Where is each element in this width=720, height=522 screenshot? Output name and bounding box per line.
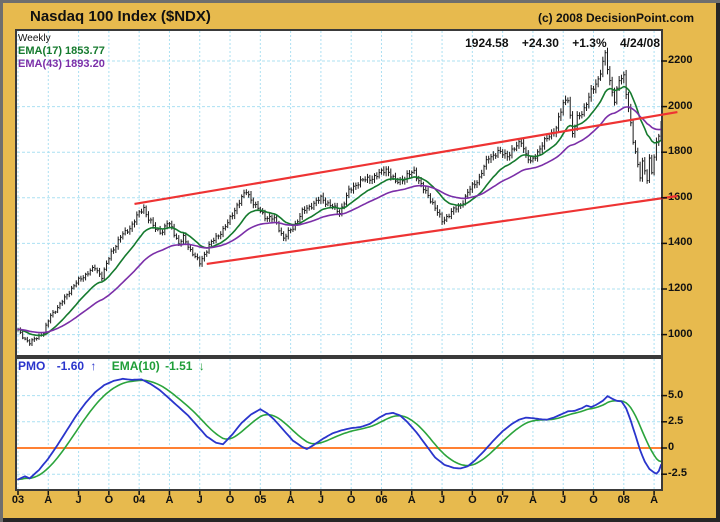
pmo-legend: PMO -1.60 ↑ EMA(10) -1.51 ↓: [18, 359, 205, 373]
price-axis-tick-label: 1200: [668, 282, 693, 294]
pmo-axis-tick-label: -2.5: [668, 467, 687, 480]
pmo-value-label: -1.60: [56, 359, 85, 373]
copyright-text: (c) 2008 DecisionPoint.com: [537, 11, 694, 25]
x-axis-label: A: [44, 494, 53, 506]
x-axis-label: A: [407, 494, 416, 506]
quote-date: 4/24/08: [619, 36, 660, 50]
x-axis-label: O: [346, 494, 356, 506]
pmo-down-arrow-icon: ↓: [198, 359, 205, 373]
x-axis-label: 04: [133, 494, 146, 506]
price-chart: [15, 29, 663, 357]
pmo-name-label: PMO: [18, 359, 46, 373]
x-axis-label: A: [528, 494, 537, 506]
x-axis-label: 07: [496, 494, 509, 506]
price-axis-tick-label: 2200: [668, 54, 693, 66]
ema43-label: EMA(43) 1893.20: [18, 58, 105, 70]
ema17-label: EMA(17) 1853.77: [18, 45, 105, 57]
x-axis-label: A: [286, 494, 295, 506]
x-axis-label: O: [225, 494, 235, 506]
x-axis-label: O: [468, 494, 477, 506]
x-axis-label: 03: [11, 494, 25, 506]
quote-percent: +1.3%: [572, 36, 607, 50]
x-axis-label: J: [317, 494, 324, 506]
quote-last: 1924.58: [465, 36, 509, 50]
x-axis-label: J: [75, 494, 82, 506]
pmo-up-arrow-icon: ↑: [90, 359, 97, 373]
x-axis-label: 08: [617, 494, 630, 506]
timeframe-label: Weekly: [18, 33, 51, 44]
x-axis-label: J: [438, 494, 446, 506]
price-axis-tick-label: 1000: [668, 327, 693, 340]
pmo-axis-tick-label: 2.5: [668, 414, 684, 427]
x-axis-label: 05: [254, 494, 267, 506]
page-title: Nasdaq 100 Index ($NDX): [30, 8, 211, 25]
pmo-ema-value-label: -1.51: [165, 359, 193, 373]
x-axis-label: O: [104, 494, 114, 506]
chart-frame: Nasdaq 100 Index ($NDX) (c) 2008 Decisio…: [0, 0, 720, 522]
price-axis-tick-label: 1400: [668, 236, 693, 249]
x-axis-label: A: [650, 494, 659, 506]
pmo-axis-tick-label: 0: [668, 441, 675, 453]
price-axis-tick-label: 1600: [668, 190, 693, 203]
x-axis-label: A: [165, 494, 174, 506]
x-axis-label: 06: [375, 494, 388, 506]
x-axis-label: J: [196, 494, 203, 506]
quote-line: 1924.58 +24.30 +1.3% 4/24/08: [455, 36, 660, 50]
price-axis-tick-label: 2000: [668, 99, 693, 112]
pmo-ema-name-label: EMA(10): [111, 359, 160, 373]
quote-change: +24.30: [521, 36, 559, 50]
pmo-chart: [15, 357, 663, 491]
price-axis-tick-label: 1800: [668, 145, 693, 158]
price-legend: Weekly EMA(17) 1853.77 EMA(43) 1893.20: [18, 32, 105, 71]
x-axis-label: J: [560, 494, 567, 506]
pmo-axis-tick-label: 5.0: [668, 388, 684, 401]
x-axis-label: O: [589, 494, 598, 506]
